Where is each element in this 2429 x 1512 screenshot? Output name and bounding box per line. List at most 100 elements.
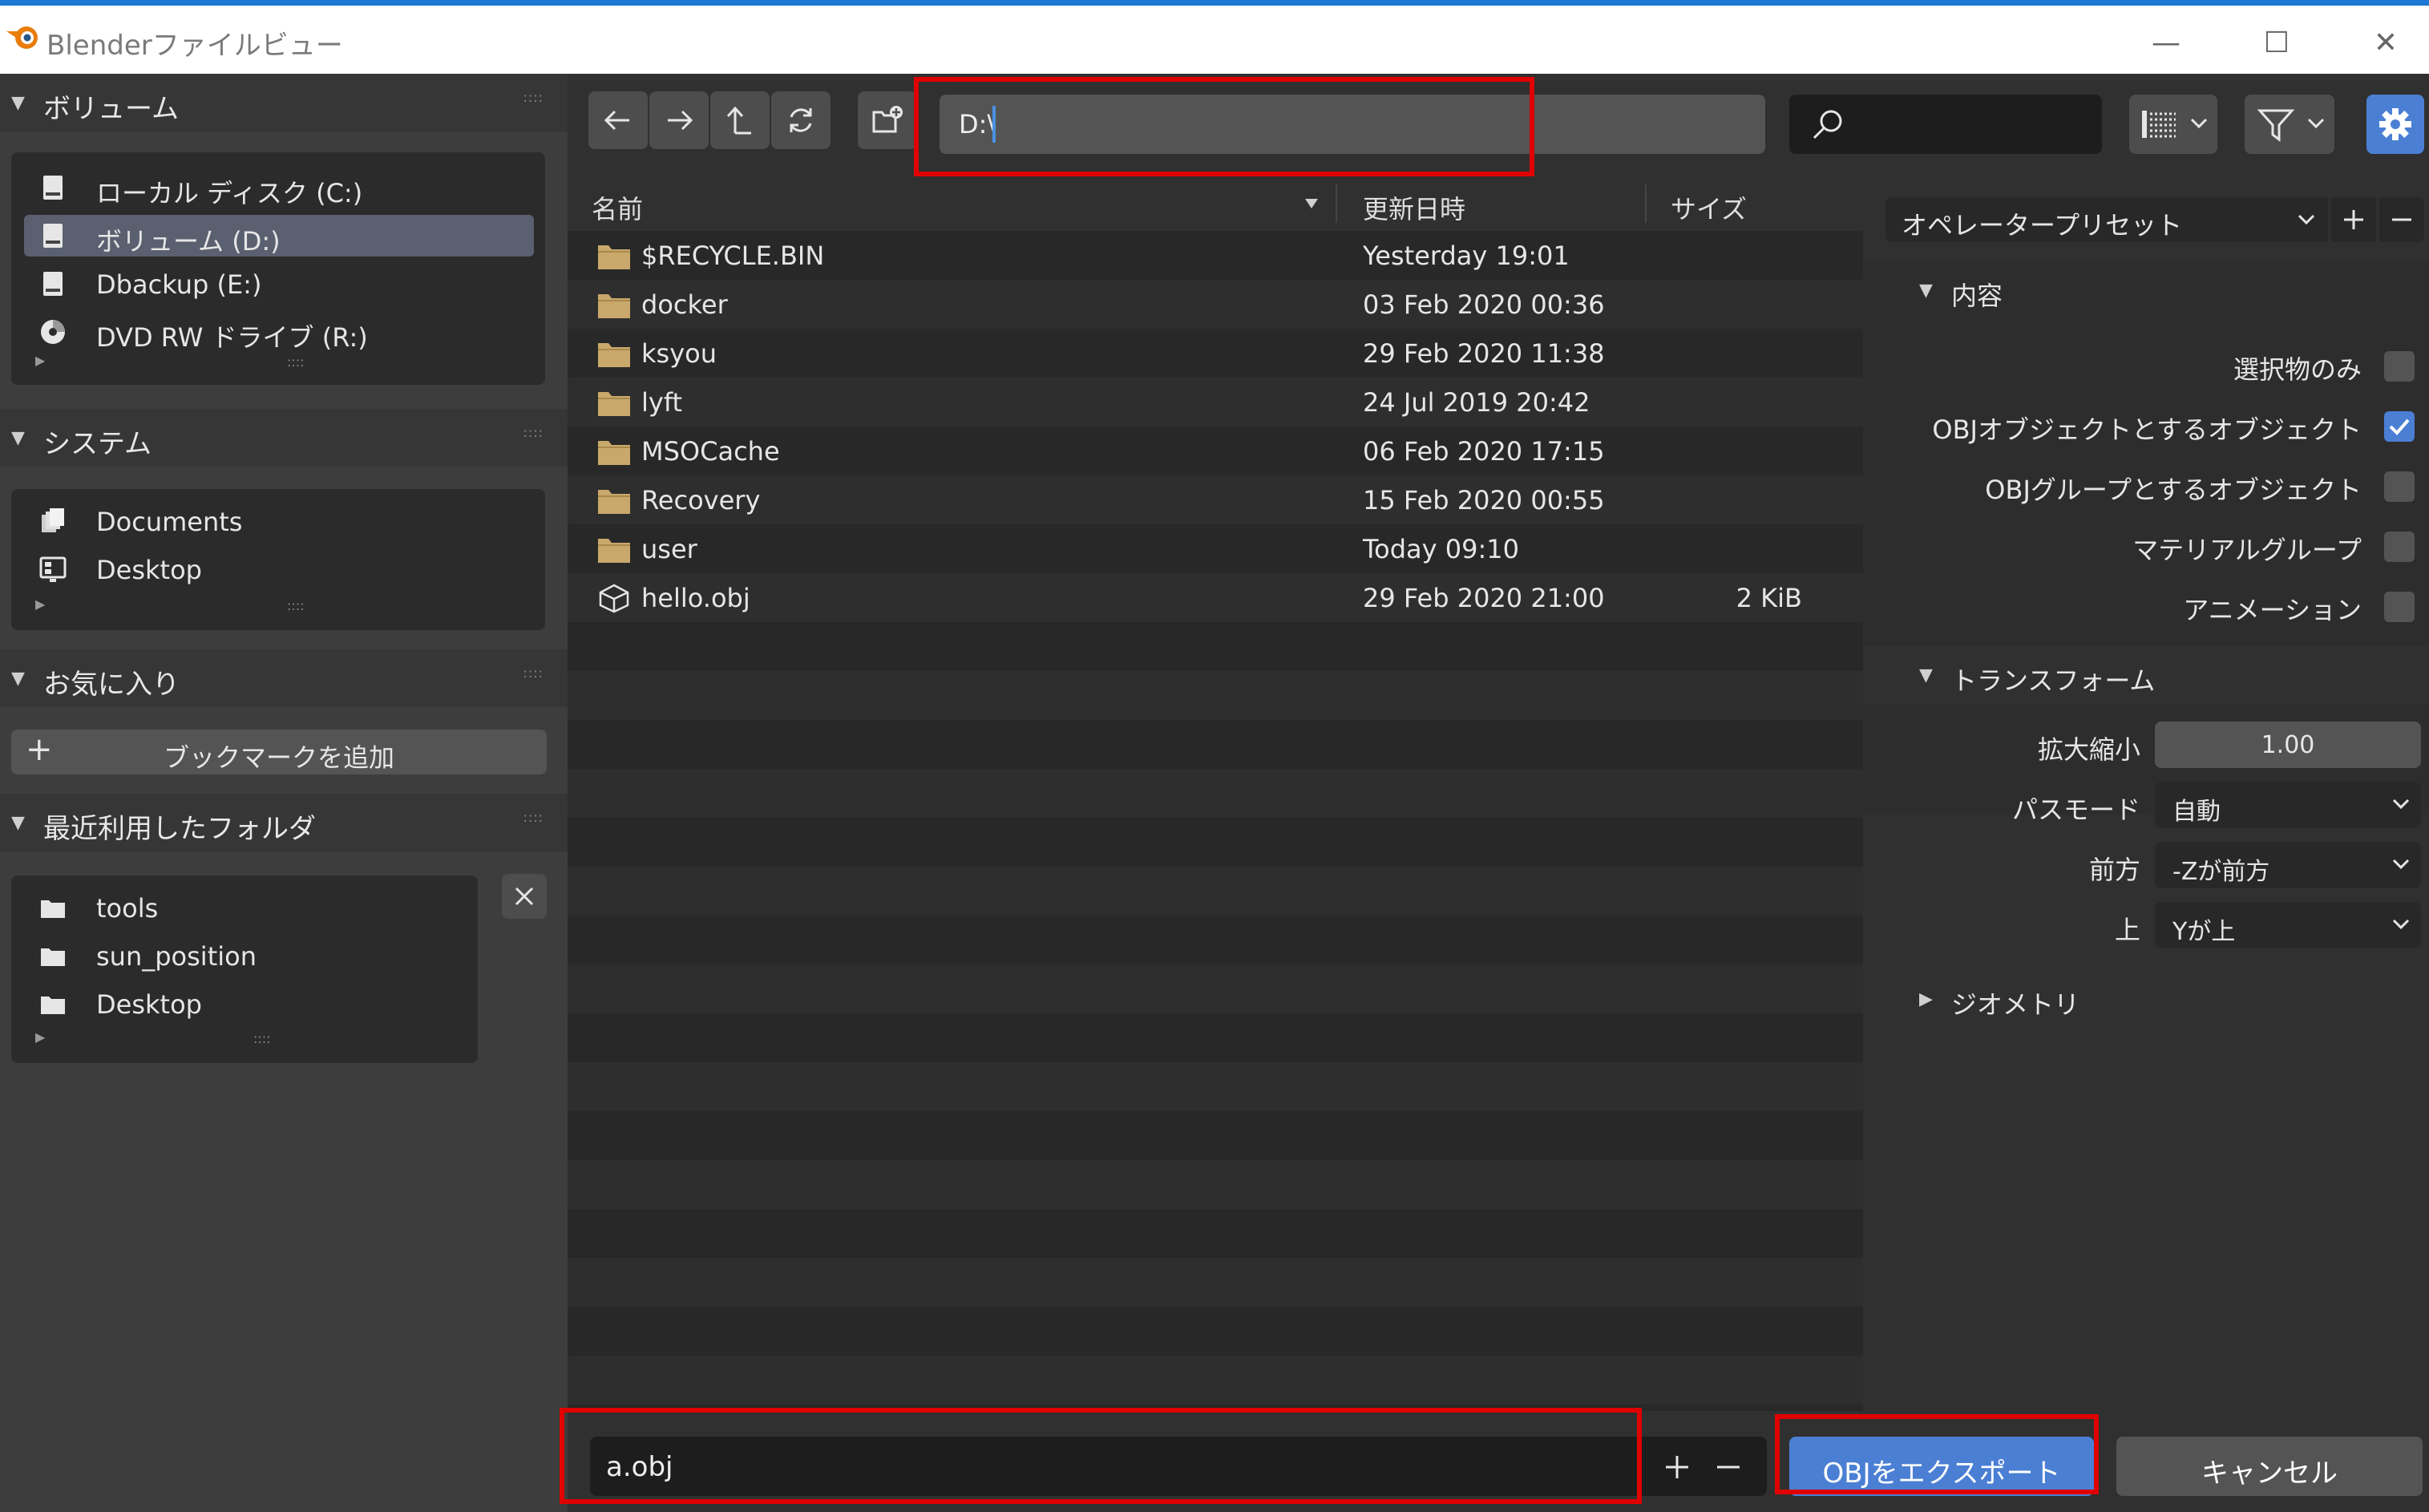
sidebar-item-desktop[interactable]: Desktop: [24, 548, 534, 590]
geometry-section-title: ジオメトリ: [1951, 989, 2080, 1020]
folder-icon: [41, 948, 65, 966]
back-button[interactable]: [588, 91, 648, 149]
contents-section-header[interactable]: ▼ 内容: [1863, 261, 2429, 319]
empty-row: [568, 964, 1863, 1013]
operator-preset-dropdown[interactable]: オペレータープリセット: [1885, 197, 2328, 242]
add-preset-button[interactable]: [2331, 197, 2376, 242]
expand-triangle-icon[interactable]: ▶: [35, 353, 45, 368]
chevron-down-icon: [2392, 798, 2410, 810]
search-icon: [1813, 110, 1842, 139]
close-button[interactable]: ✕: [2354, 23, 2418, 63]
transform-section-header[interactable]: ▼ トランスフォーム: [1863, 646, 2429, 704]
option-checkbox[interactable]: [2384, 411, 2415, 442]
list-view-icon: [2142, 111, 2176, 138]
sidebar-item-recent-tools[interactable]: tools: [24, 887, 473, 928]
scale-field[interactable]: 1.00: [2155, 722, 2421, 768]
system-section-header[interactable]: ▼ システム ::::: [0, 409, 568, 467]
settings-toggle-button[interactable]: [2366, 95, 2424, 154]
file-row[interactable]: $RECYCLE.BIN Yesterday 19:01: [568, 231, 1863, 280]
sidebar-item-recent-desktop[interactable]: Desktop: [24, 983, 473, 1025]
drag-grip-icon[interactable]: ::::: [523, 90, 544, 105]
option-checkbox[interactable]: [2384, 592, 2415, 622]
option-label: OBJグループとするオブジェクト: [1985, 475, 2362, 505]
resize-grip-icon[interactable]: ::::: [287, 354, 305, 370]
favorites-section-header[interactable]: ▼ お気に入り ::::: [0, 649, 568, 707]
file-name: hello.obj: [641, 583, 750, 613]
file-row[interactable]: ksyou 29 Feb 2020 11:38: [568, 329, 1863, 378]
forward-axis-dropdown[interactable]: -Zが前方: [2155, 842, 2421, 888]
column-header-size[interactable]: サイズ: [1671, 189, 1747, 226]
contents-section-title: 内容: [1951, 281, 2003, 311]
add-bookmark-button[interactable]: + ブックマークを追加: [11, 730, 547, 774]
folder-icon: [598, 539, 630, 563]
file-name: Recovery: [641, 485, 761, 515]
option-label: マテリアルグループ: [2132, 535, 2362, 565]
sidebar-item-volume-e[interactable]: Dbackup (E:): [24, 263, 534, 305]
favorites-section-title: お気に入り: [43, 669, 180, 701]
empty-row: [568, 1111, 1863, 1160]
file-date: 29 Feb 2020 21:00: [1363, 583, 1605, 613]
close-icon: [515, 887, 534, 906]
resize-grip-icon[interactable]: ::::: [253, 1031, 271, 1046]
drag-grip-icon[interactable]: ::::: [523, 810, 544, 825]
empty-row: [568, 622, 1863, 671]
empty-row: [568, 1013, 1863, 1062]
sort-descending-icon[interactable]: [1303, 197, 1320, 210]
option-checkbox[interactable]: [2384, 351, 2415, 382]
expand-triangle-icon: ▶: [1919, 989, 1933, 1009]
search-input[interactable]: [1789, 95, 2102, 154]
desktop-icon: [39, 556, 67, 582]
collapse-triangle-icon: ▼: [11, 813, 25, 833]
new-folder-button[interactable]: [858, 91, 917, 149]
file-date: 15 Feb 2020 00:55: [1363, 485, 1605, 515]
file-row[interactable]: lyft 24 Jul 2019 20:42: [568, 378, 1863, 427]
recent-section-header[interactable]: ▼ 最近利用したフォルダ ::::: [0, 794, 568, 851]
column-divider[interactable]: [1336, 184, 1337, 223]
minimize-button[interactable]: —: [2134, 23, 2198, 63]
option-checkbox[interactable]: [2384, 532, 2415, 562]
collapse-triangle-icon: ▼: [1919, 281, 1933, 301]
drag-grip-icon[interactable]: ::::: [523, 425, 544, 440]
folder-icon: [41, 997, 65, 1014]
cancel-button[interactable]: キャンセル: [2116, 1437, 2423, 1496]
refresh-button[interactable]: [771, 91, 831, 149]
file-name: docker: [641, 289, 728, 320]
volumes-section-header[interactable]: ▼ ボリューム ::::: [0, 74, 568, 131]
option-checkbox[interactable]: [2384, 471, 2415, 502]
path-mode-dropdown[interactable]: 自動: [2155, 782, 2421, 828]
file-row[interactable]: Recovery 15 Feb 2020 00:55: [568, 475, 1863, 524]
filter-dropdown[interactable]: [2245, 95, 2334, 154]
up-axis-dropdown[interactable]: Yが上: [2155, 902, 2421, 948]
file-row[interactable]: docker 03 Feb 2020 00:36: [568, 280, 1863, 329]
sidebar-item-volume-c[interactable]: ローカル ディスク (C:): [24, 167, 534, 208]
file-row[interactable]: user Today 09:10: [568, 524, 1863, 573]
resize-grip-icon[interactable]: ::::: [287, 598, 305, 613]
sidebar-item-label: ローカル ディスク (C:): [96, 178, 363, 208]
parent-directory-button[interactable]: [710, 91, 770, 149]
sidebar-item-recent-sun-position[interactable]: sun_position: [24, 935, 473, 976]
forward-button[interactable]: [649, 91, 709, 149]
column-header-name[interactable]: 名前: [592, 189, 643, 226]
decrement-button[interactable]: [1716, 1454, 1741, 1480]
drag-grip-icon[interactable]: ::::: [523, 665, 544, 681]
remove-preset-button[interactable]: [2379, 197, 2424, 242]
file-row[interactable]: MSOCache 06 Feb 2020 17:15: [568, 427, 1863, 475]
column-header-date[interactable]: 更新日時: [1363, 189, 1465, 226]
sidebar-item-volume-d[interactable]: ボリューム (D:): [24, 215, 534, 257]
column-divider[interactable]: [1645, 184, 1647, 223]
sidebar-item-volume-r[interactable]: DVD RW ドライブ (R:): [24, 311, 534, 353]
expand-triangle-icon[interactable]: ▶: [35, 596, 45, 612]
up-axis-value: Yが上: [2172, 918, 2236, 946]
folder-icon: [598, 245, 630, 269]
increment-button[interactable]: [1664, 1454, 1690, 1480]
empty-row: [568, 769, 1863, 818]
arrow-right-icon: [668, 110, 693, 131]
display-mode-dropdown[interactable]: [2129, 95, 2217, 154]
file-row[interactable]: hello.obj 29 Feb 2020 21:00 2 KiB: [568, 573, 1863, 622]
expand-triangle-icon[interactable]: ▶: [35, 1029, 45, 1045]
maximize-button[interactable]: ☐: [2245, 23, 2309, 63]
clear-recent-button[interactable]: [502, 874, 547, 919]
file-date: Yesterday 19:01: [1363, 241, 1570, 271]
geometry-section-header[interactable]: ▶ ジオメトリ: [1863, 970, 2429, 1028]
sidebar-item-documents[interactable]: Documents: [24, 500, 534, 542]
